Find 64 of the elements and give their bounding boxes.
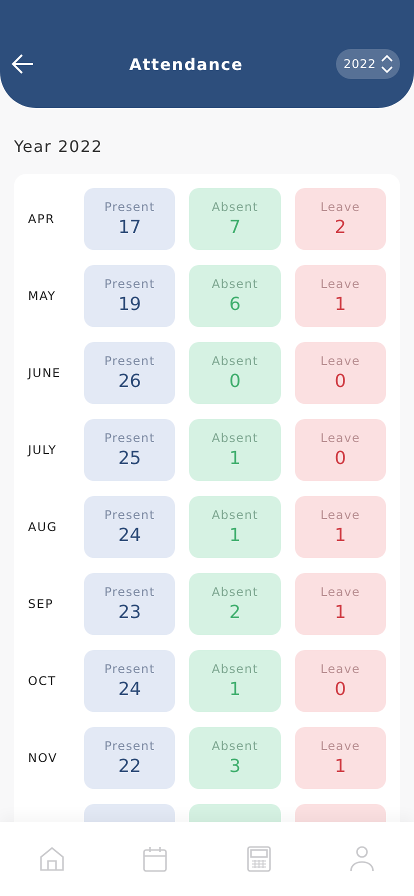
tile-count: 23 — [118, 602, 142, 623]
tile-count: 24 — [118, 679, 142, 700]
tile-label: Present — [104, 354, 155, 368]
tile-label: Leave — [320, 662, 360, 676]
tile-label: Present — [104, 662, 155, 676]
tile-count: 26 — [118, 371, 142, 392]
tile-label: Leave — [320, 508, 360, 522]
tile-count: 17 — [118, 217, 142, 238]
tile-count: 1 — [334, 294, 346, 315]
tile-label: Absent — [212, 739, 258, 753]
up-down-chevron-icon — [380, 53, 394, 75]
tile-count: 22 — [118, 756, 142, 777]
tile-label: Present — [104, 200, 155, 214]
month-label: AUG — [28, 520, 58, 534]
tile-count: 2 — [334, 217, 346, 238]
month-label: MAY — [28, 289, 57, 303]
tile-label: Leave — [320, 585, 360, 599]
tile-count: 1 — [334, 602, 346, 623]
year-picker[interactable]: 2022 — [336, 49, 400, 79]
month-label: OCT — [28, 674, 58, 688]
tile-label: Absent — [212, 200, 258, 214]
month-label: JULY — [28, 443, 58, 457]
tile-label: Absent — [212, 508, 258, 522]
tile-label: Absent — [212, 431, 258, 445]
tile-label: Present — [104, 585, 155, 599]
month-label: SEP — [28, 597, 54, 611]
tile-count: 3 — [229, 756, 241, 777]
month-label: APR — [28, 212, 56, 226]
tile-count: 0 — [334, 448, 346, 469]
tile-count: 19 — [118, 294, 142, 315]
tile-count: 1 — [334, 525, 346, 546]
tile-label: Absent — [212, 277, 258, 291]
tile-count: 1 — [229, 525, 241, 546]
tile-count: 2 — [229, 602, 241, 623]
tile-label: Leave — [320, 431, 360, 445]
tile-label: Absent — [212, 585, 258, 599]
tile-label: Present — [104, 508, 155, 522]
month-label: JUNE — [28, 366, 62, 380]
month-label: NOV — [28, 751, 58, 765]
tile-label: Leave — [320, 200, 360, 214]
page-title: Attendance — [128, 54, 244, 74]
calendar-icon[interactable] — [143, 846, 168, 872]
tile-label: Present — [104, 431, 155, 445]
tile-count: 1 — [229, 679, 241, 700]
section-title: Year 2022 — [14, 136, 104, 158]
tile-count: 1 — [229, 448, 241, 469]
tile-label: Present — [104, 277, 155, 291]
tile-label: Present — [104, 739, 155, 753]
calculator-icon[interactable] — [246, 846, 271, 872]
tile-count: 0 — [229, 371, 241, 392]
profile-icon[interactable] — [350, 846, 374, 872]
tile-label: Leave — [320, 277, 360, 291]
tile-count: 6 — [229, 294, 241, 315]
tile-label: Leave — [320, 739, 360, 753]
tile-count: 0 — [334, 371, 346, 392]
tile-count: 7 — [229, 217, 241, 238]
home-icon[interactable] — [40, 846, 64, 872]
tile-count: 1 — [334, 756, 346, 777]
tile-label: Absent — [212, 354, 258, 368]
tile-label: Leave — [320, 354, 360, 368]
tile-label: Absent — [212, 662, 258, 676]
tile-count: 24 — [118, 525, 142, 546]
tile-count: 25 — [118, 448, 142, 469]
tile-count: 0 — [334, 679, 346, 700]
